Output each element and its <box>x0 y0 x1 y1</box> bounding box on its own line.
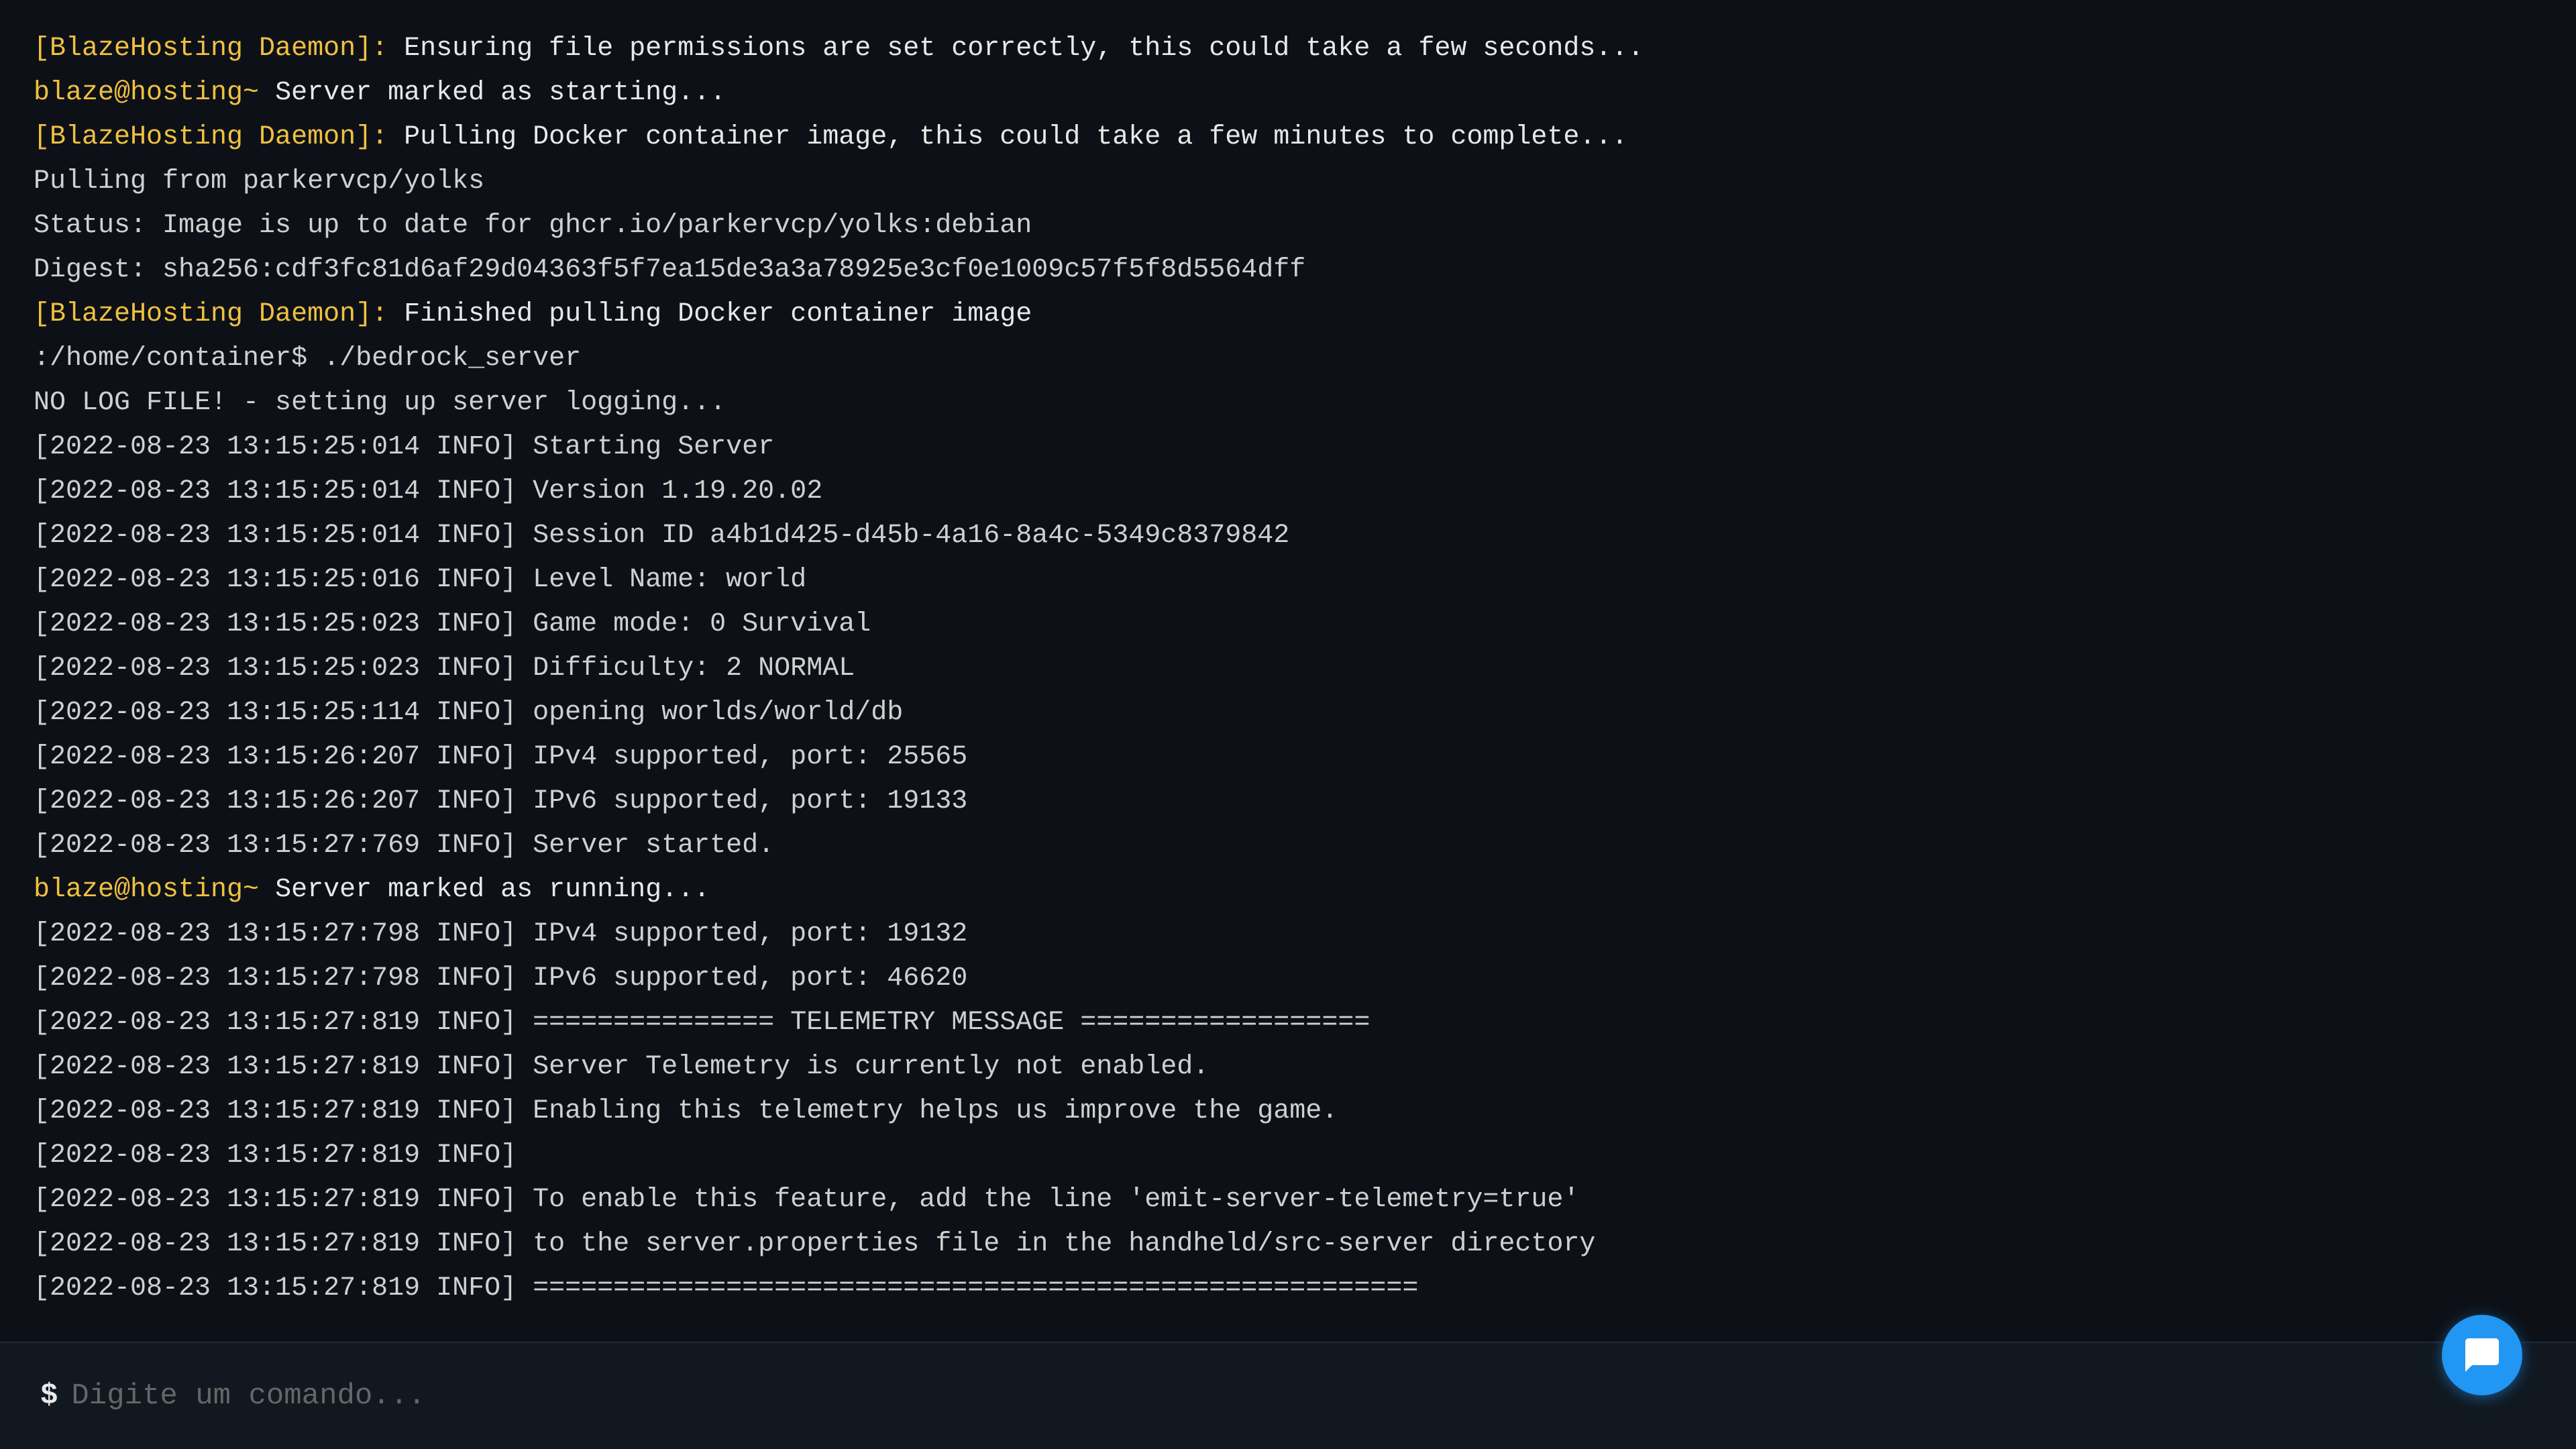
line-prefix: blaze@hosting~ <box>34 875 259 905</box>
terminal-line: [2022-08-23 13:15:26:207 INFO] IPv6 supp… <box>34 780 2542 824</box>
terminal-line: [2022-08-23 13:15:27:819 INFO] to the se… <box>34 1222 2542 1267</box>
terminal-line: blaze@hosting~ Server marked as starting… <box>34 71 2542 115</box>
terminal-line: [2022-08-23 13:15:27:819 INFO] To enable… <box>34 1178 2542 1222</box>
line-text: Server marked as running... <box>259 875 710 905</box>
terminal-window: [BlazeHosting Daemon]: Ensuring file per… <box>0 0 2576 1449</box>
terminal-line: [2022-08-23 13:15:27:819 INFO] Server Te… <box>34 1045 2542 1089</box>
line-prefix: [BlazeHosting Daemon]: <box>34 299 388 329</box>
terminal-line: [2022-08-23 13:15:27:769 INFO] Server st… <box>34 824 2542 868</box>
terminal-line: [BlazeHosting Daemon]: Finished pulling … <box>34 292 2542 337</box>
terminal-line: [2022-08-23 13:15:25:014 INFO] Version 1… <box>34 470 2542 514</box>
terminal-line: [2022-08-23 13:15:25:023 INFO] Difficult… <box>34 647 2542 691</box>
terminal-line: [2022-08-23 13:15:27:798 INFO] IPv6 supp… <box>34 957 2542 1001</box>
input-prompt: $ <box>40 1379 58 1413</box>
terminal-line: [BlazeHosting Daemon]: Ensuring file per… <box>34 27 2542 71</box>
line-text: Server marked as starting... <box>259 78 726 108</box>
terminal-line: [2022-08-23 13:15:25:014 INFO] Session I… <box>34 514 2542 558</box>
command-input-bar: $ <box>0 1342 2576 1449</box>
command-input[interactable] <box>71 1379 2536 1413</box>
terminal-line: [2022-08-23 13:15:26:207 INFO] IPv4 supp… <box>34 735 2542 780</box>
terminal-line: Digest: sha256:cdf3fc81d6af29d04363f5f7e… <box>34 248 2542 292</box>
terminal-line: [2022-08-23 13:15:27:819 INFO] =========… <box>34 1267 2542 1311</box>
terminal-line: Pulling from parkervcp/yolks <box>34 160 2542 204</box>
terminal-line: [2022-08-23 13:15:27:798 INFO] IPv4 supp… <box>34 912 2542 957</box>
chat-button[interactable] <box>2442 1315 2522 1395</box>
terminal-line: [2022-08-23 13:15:27:819 INFO] =========… <box>34 1001 2542 1045</box>
line-text: Ensuring file permissions are set correc… <box>388 34 1644 64</box>
line-prefix: blaze@hosting~ <box>34 78 259 108</box>
terminal-line: [2022-08-23 13:15:27:819 INFO] Enabling … <box>34 1089 2542 1134</box>
chat-icon <box>2462 1335 2502 1375</box>
terminal-line: NO LOG FILE! - setting up server logging… <box>34 381 2542 425</box>
terminal-line: :/home/container$ ./bedrock_server <box>34 337 2542 381</box>
line-text: Pulling Docker container image, this cou… <box>388 122 1627 152</box>
line-prefix: [BlazeHosting Daemon]: <box>34 122 388 152</box>
terminal-output: [BlazeHosting Daemon]: Ensuring file per… <box>34 27 2542 1311</box>
terminal-line: Status: Image is up to date for ghcr.io/… <box>34 204 2542 248</box>
terminal-line: [2022-08-23 13:15:25:014 INFO] Starting … <box>34 425 2542 470</box>
terminal-line: [2022-08-23 13:15:25:023 INFO] Game mode… <box>34 602 2542 647</box>
terminal-line: [BlazeHosting Daemon]: Pulling Docker co… <box>34 115 2542 160</box>
terminal-line: [2022-08-23 13:15:25:114 INFO] opening w… <box>34 691 2542 735</box>
line-prefix: [BlazeHosting Daemon]: <box>34 34 388 64</box>
line-text: Finished pulling Docker container image <box>388 299 1032 329</box>
terminal-line: blaze@hosting~ Server marked as running.… <box>34 868 2542 912</box>
terminal-line: [2022-08-23 13:15:25:016 INFO] Level Nam… <box>34 558 2542 602</box>
terminal-line: [2022-08-23 13:15:27:819 INFO] <box>34 1134 2542 1178</box>
